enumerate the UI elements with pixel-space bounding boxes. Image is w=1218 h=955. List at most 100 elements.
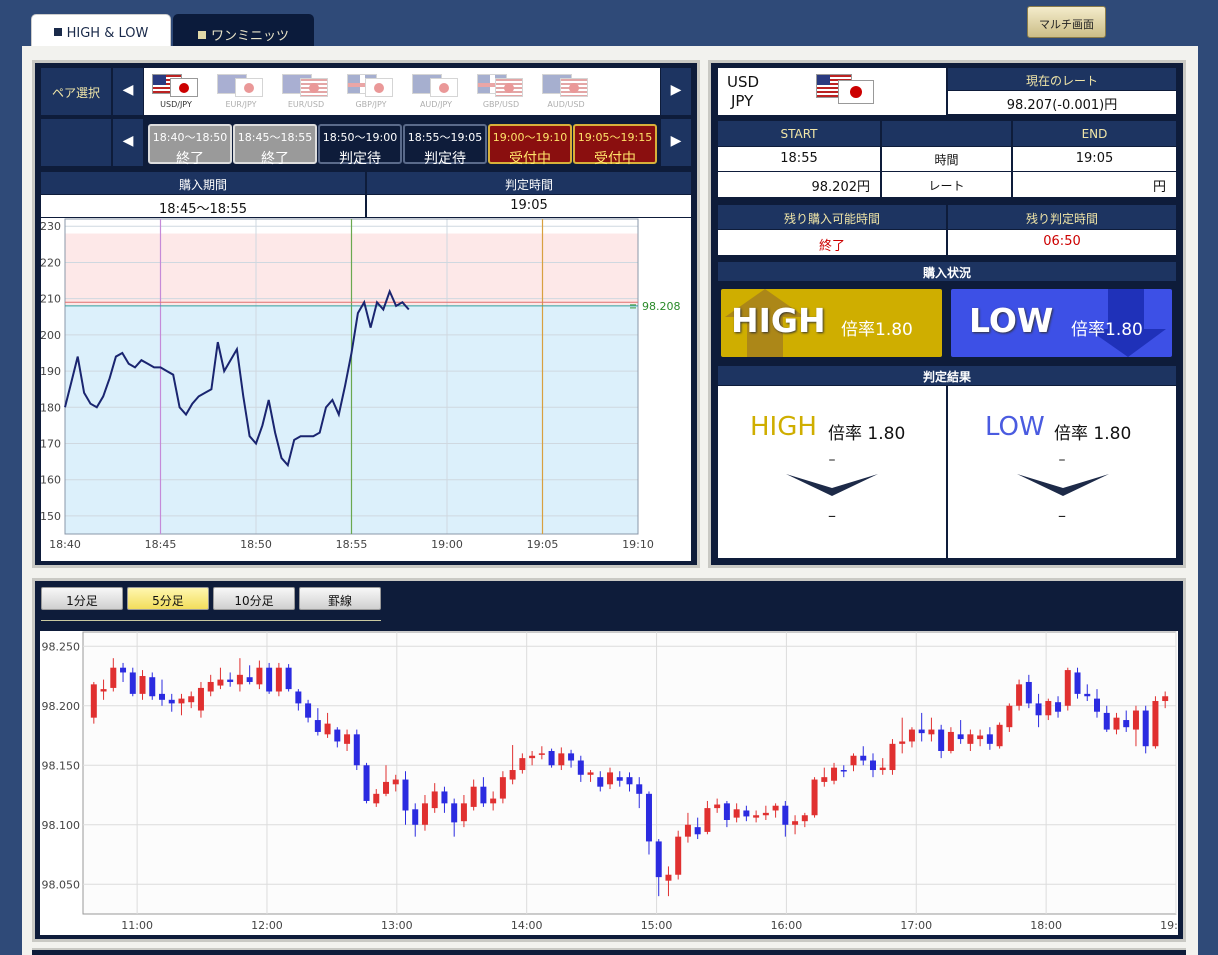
candle-body [597,777,604,787]
remaining-purchase-label: 残り購入可能時間 [718,205,946,229]
candle-body [723,803,730,820]
current-rate-label: 現在のレート [948,68,1176,90]
slot-status: 終了 [261,151,289,167]
candle-body [850,755,857,766]
candle-body [412,809,419,825]
tab-one-minute[interactable]: ワンミニッツ [173,14,314,48]
candle-chart: 98.250 98.200 98.150 98.100 98.050 11:00 12:00… [40,631,1178,935]
slot-time: 18:50～19:00 [322,131,398,144]
candle-body [1103,712,1110,730]
candle-body [548,750,555,766]
square-icon [197,31,206,39]
pair-code: GBP/JPY [355,100,387,109]
low-button-name: LOW [969,301,1054,340]
candle-body [772,805,779,811]
candle-body [421,803,428,825]
candle-body [782,805,789,825]
tab-label: ワンミニッツ [210,29,289,44]
multi-screen-button[interactable]: マルチ画面 [1027,6,1106,38]
pair-gbp-jpy[interactable]: GBP/JPY [345,71,397,111]
tab-high-low[interactable]: HIGH & LOW [31,14,171,50]
slot-row-spacer [41,119,111,166]
candle-body [762,812,769,816]
candle-body [324,723,331,735]
x-tick-label: 19:00 [431,538,463,551]
timeframe-button[interactable]: 5分足 [127,587,209,610]
slot-time: 18:45～18:55 [237,131,313,144]
pair-code: EUR/USD [287,100,325,109]
start-label: START [718,121,880,146]
y-tick-label: 98.100 [42,819,81,832]
candle-body [558,753,565,766]
timeframe-button[interactable]: 10分足 [213,587,295,610]
candle-body [626,777,633,785]
tab-label: HIGH & LOW [66,26,149,41]
x-tick-label: 19:00 [1160,919,1178,932]
start-rate: 98.202円 [718,172,880,197]
candle-body [236,674,243,685]
pair-prev-button[interactable]: ◀ [113,68,143,115]
time-slot[interactable]: 18:40～18:50 終了 [148,124,232,167]
pair-gbp-usd[interactable]: GBP/USD [475,71,527,111]
timeframe-underline [41,620,381,621]
time-slot[interactable]: 19:00～19:10 受付中 [488,124,572,167]
candle-body [168,699,175,704]
x-tick-label: 18:40 [49,538,81,551]
jp-flag-icon [365,78,393,97]
x-tick-label: 19:05 [527,538,559,551]
bottom-strip [32,948,1186,955]
time-slot[interactable]: 19:05～19:15 受付中 [573,124,657,167]
square-icon [53,28,62,36]
time-slot[interactable]: 18:50～19:00 判定待 [318,124,402,167]
candle-body [392,779,399,785]
candle-body [431,791,438,809]
slot-next-button[interactable]: ▶ [661,119,691,166]
candle-body [285,667,292,690]
candle-body [636,784,643,794]
pair-aud-usd[interactable]: AUD/USD [540,71,592,111]
high-button[interactable]: HIGH 倍率1.80 [721,289,942,357]
pair-next-button[interactable]: ▶ [661,68,691,115]
purchase-period-value: 18:45～18:55 [41,195,365,217]
slot-time: 19:00～19:10 [492,131,568,144]
pair-usd-jpy[interactable]: USD/JPY [150,71,202,111]
result-low-rate: 倍率 1.80 [1054,424,1132,444]
candle-body [899,741,906,744]
x-tick-label: 13:00 [381,919,413,932]
result-low-dash: – [1058,452,1066,468]
rate-label: レート [882,172,1011,197]
candle-body [470,786,477,807]
candle-body [986,734,993,744]
slot-prev-button[interactable]: ◀ [113,119,143,166]
candle-body [714,804,721,809]
end-rate: 円 [1013,172,1176,197]
time-slot[interactable]: 18:55～19:05 判定待 [403,124,487,167]
candle-body [821,777,828,782]
candle-body [120,667,127,673]
candle-body [100,689,107,692]
x-tick-label: 14:00 [511,919,543,932]
timeframe-button[interactable]: 罫線 [299,587,381,610]
candle-body [353,734,360,766]
pair-aud-jpy[interactable]: AUD/JPY [410,71,462,111]
current-rate-label: 98.208 [642,300,681,313]
timeframe-button[interactable]: 1分足 [41,587,123,610]
pair-eur-usd[interactable]: EUR/USD [280,71,332,111]
pair-code: USD/JPY [160,100,192,109]
candle-body [1162,696,1169,702]
candle-body [402,779,409,811]
time-slot[interactable]: 18:45～18:55 終了 [233,124,317,167]
us-flag-icon [300,78,328,97]
candle-body [110,667,117,688]
candle-body [918,729,925,734]
pair-eur-jpy[interactable]: EUR/JPY [215,71,267,111]
result-low-value: – [1058,506,1066,525]
quote-currency: JPY [731,92,754,110]
candle-body [733,809,740,818]
high-button-rate: 倍率1.80 [841,320,913,340]
low-button[interactable]: LOW 倍率1.80 [951,289,1172,357]
candle-body [256,667,263,685]
candle-body [90,684,97,718]
candle-body [1084,693,1091,697]
candle-body [227,679,234,682]
